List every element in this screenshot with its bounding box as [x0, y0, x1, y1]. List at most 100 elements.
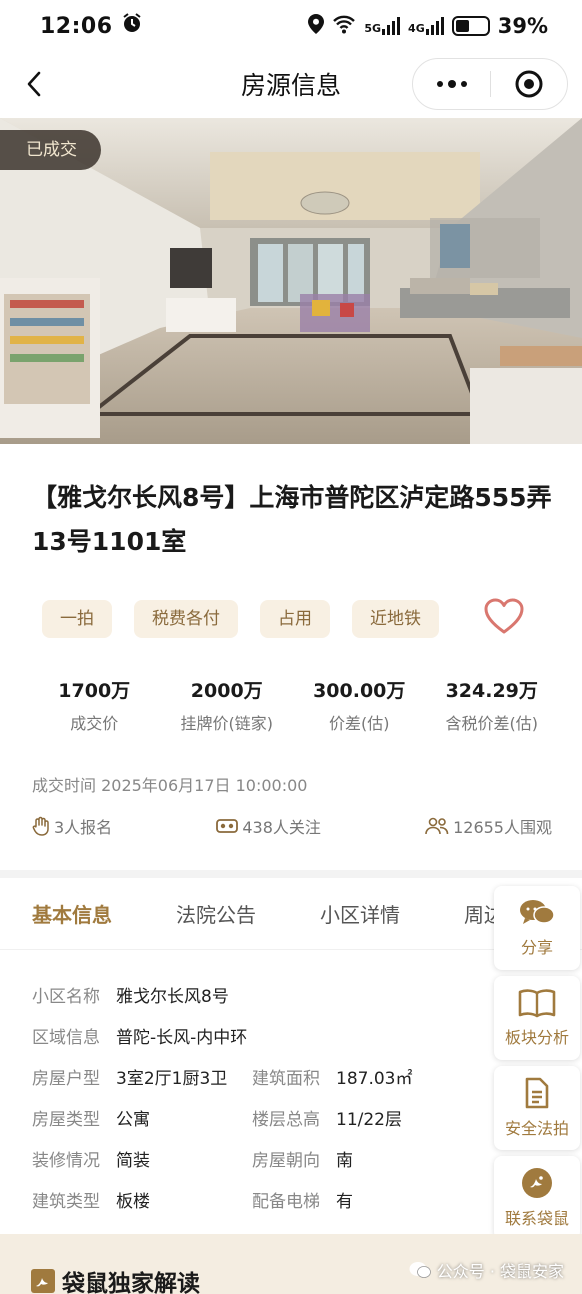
battery-icon — [451, 16, 490, 36]
stat-price-diff: 300.00万 价差(估) — [293, 676, 426, 734]
tag-list: 一拍 税费各付 占用 近地铁 — [42, 600, 439, 638]
safe-auction-button[interactable]: 安全法拍 — [494, 1066, 580, 1150]
stat-label: 含税价差(估) — [445, 714, 539, 733]
more-menu-button[interactable] — [413, 59, 490, 109]
basic-info-list: 小区名称 雅戈尔长风8号 区域信息 普陀-长风-内中环 房屋户型 3室2厅1厨3卫 建… — [32, 974, 472, 1220]
stat-deal-price: 1700万 成交价 — [28, 676, 161, 734]
info-label: 装修情况 — [32, 1151, 100, 1171]
tag-item: 占用 — [260, 600, 330, 638]
info-row: 房屋户型 3室2厅1厨3卫 建筑面积 187.03㎡ — [32, 1056, 472, 1097]
tag-item: 税费各付 — [134, 600, 238, 638]
exclusive-analysis-heading: 袋鼠独家解读 — [30, 1264, 200, 1294]
info-row: 区域信息 普陀-长风-内中环 — [32, 1015, 472, 1056]
share-button[interactable]: 分享 — [494, 886, 580, 970]
tag-item: 近地铁 — [352, 600, 439, 638]
info-label: 房屋朝向 — [252, 1151, 320, 1171]
price-stats: 1700万 成交价 2000万 挂牌价(链家) 300.00万 价差(估) 32… — [28, 676, 558, 734]
close-miniprogram-button[interactable] — [491, 59, 567, 109]
heart-icon — [484, 598, 524, 634]
info-label: 建筑面积 — [252, 1069, 320, 1089]
info-value: 雅戈尔长风8号 — [116, 987, 229, 1007]
tab-court-notice[interactable]: 法院公告 — [176, 899, 256, 928]
info-label: 建筑类型 — [32, 1192, 100, 1212]
info-label: 房屋户型 — [32, 1069, 100, 1089]
share-label: 分享 — [520, 938, 553, 957]
kangaroo-logo-icon — [522, 1168, 552, 1198]
info-value: 11/22层 — [336, 1110, 402, 1130]
exclusive-analysis-title: 袋鼠独家解读 — [62, 1271, 200, 1294]
followers-text: 438人关注 — [242, 818, 321, 837]
people-icon — [425, 817, 449, 835]
info-label: 区域信息 — [32, 1028, 100, 1048]
followers-metric: 438人关注 — [216, 814, 321, 838]
tag-item: 一拍 — [42, 600, 112, 638]
registrations-text: 3人报名 — [54, 818, 113, 837]
network-5g-label: 5G — [364, 22, 382, 35]
watermark-text: 公众号 · 袋鼠安家 — [436, 1262, 564, 1281]
page-title: 房源信息 — [240, 71, 341, 100]
stat-value: 1700万 — [58, 680, 131, 702]
info-value: 有 — [336, 1192, 353, 1212]
battery-percent: 39% — [497, 14, 548, 38]
sector-analysis-label: 板块分析 — [504, 1028, 569, 1047]
info-value: 3室2厅1厨3卫 — [116, 1069, 228, 1089]
chevron-left-icon — [27, 71, 41, 97]
stat-label: 成交价 — [70, 714, 119, 733]
tab-basic-info[interactable]: 基本信息 — [32, 899, 112, 928]
contact-label: 联系袋鼠 — [504, 1209, 569, 1228]
back-button[interactable] — [16, 66, 52, 102]
alarm-icon — [121, 12, 143, 40]
tab-community-details[interactable]: 小区详情 — [320, 899, 400, 928]
status-bar: 12:06 5G 4G 39% — [0, 0, 582, 52]
vr-glasses-icon — [216, 819, 239, 833]
section-divider — [0, 870, 582, 878]
deal-time: 成交时间 2025年06月17日 10:00:00 — [32, 776, 308, 795]
stat-taxed-diff: 324.29万 含税价差(估) — [426, 676, 559, 734]
stat-label: 价差(估) — [329, 714, 390, 733]
engagement-metrics: 3人报名 438人关注 12655人围观 — [32, 814, 552, 838]
location-icon — [308, 13, 325, 39]
info-label: 楼层总高 — [252, 1110, 320, 1130]
clock-time: 12:06 — [40, 13, 113, 39]
wechat-watermark: 公众号 · 袋鼠安家 — [409, 1258, 564, 1282]
hand-icon — [32, 816, 49, 836]
battery-fill — [455, 20, 469, 32]
network-4g-label: 4G — [408, 22, 425, 35]
signal-4g-icon: 4G — [408, 17, 444, 35]
floating-actions: 分享 板块分析 安全法拍 联系袋鼠 — [494, 886, 580, 1240]
open-book-icon — [518, 989, 556, 1018]
signal-5g-icon: 5G — [364, 17, 401, 35]
sold-status-badge: 已成交 — [0, 130, 101, 170]
listing-title: 【雅戈尔长风8号】上海市普陀区泸定路555弄13号1101室 — [32, 483, 552, 556]
safe-auction-label: 安全法拍 — [504, 1119, 569, 1138]
stat-label: 挂牌价(链家) — [180, 714, 274, 733]
info-value: 板楼 — [116, 1192, 150, 1212]
target-close-icon — [515, 70, 543, 98]
info-value: 简装 — [116, 1151, 150, 1171]
wifi-icon — [332, 14, 356, 39]
sector-analysis-button[interactable]: 板块分析 — [494, 976, 580, 1060]
info-label: 小区名称 — [32, 987, 100, 1007]
stat-value: 324.29万 — [445, 680, 538, 702]
info-row: 小区名称 雅戈尔长风8号 — [32, 974, 472, 1015]
contact-button[interactable]: 联系袋鼠 — [494, 1156, 580, 1240]
info-label: 配备电梯 — [252, 1192, 320, 1212]
document-icon — [525, 1077, 549, 1109]
info-value: 公寓 — [116, 1110, 150, 1130]
stat-value: 2000万 — [190, 680, 263, 702]
brand-logo-icon — [31, 1269, 55, 1293]
info-row: 建筑类型 板楼 配备电梯有 — [32, 1179, 472, 1220]
info-value: 187.03㎡ — [336, 1069, 413, 1089]
favorite-button[interactable] — [484, 598, 524, 636]
stat-list-price: 2000万 挂牌价(链家) — [161, 676, 294, 734]
viewers-text: 12655人围观 — [453, 818, 552, 837]
viewers-metric: 12655人围观 — [425, 814, 552, 838]
wechat-icon — [409, 1262, 431, 1278]
nav-bar: 房源信息 — [0, 52, 582, 116]
info-row: 装修情况 简装 房屋朝向南 — [32, 1138, 472, 1179]
stat-value: 300.00万 — [313, 680, 406, 702]
info-label: 房屋类型 — [32, 1110, 100, 1130]
registrations-metric: 3人报名 — [32, 814, 112, 838]
info-value: 普陀-长风-内中环 — [116, 1028, 248, 1048]
info-value: 南 — [336, 1151, 353, 1171]
